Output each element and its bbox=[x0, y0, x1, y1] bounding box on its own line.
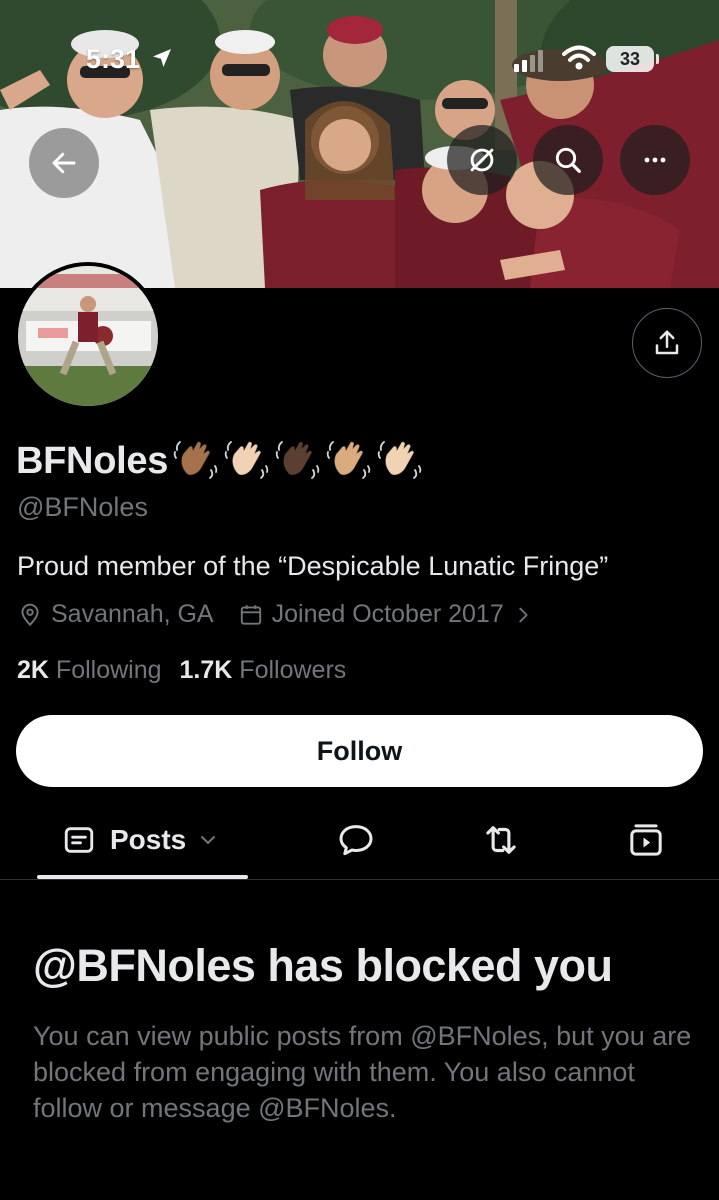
follow-stats: 2K Following 1.7K Followers bbox=[17, 656, 364, 685]
retweet-icon bbox=[486, 826, 516, 854]
joined-text: Joined October 2017 bbox=[271, 600, 504, 628]
tab-posts[interactable]: Posts bbox=[62, 800, 220, 880]
profile-bio: Proud member of the “Despicable Lunatic … bbox=[17, 551, 609, 581]
followers-stat[interactable]: 1.7K Followers bbox=[180, 656, 347, 685]
tab-replies[interactable] bbox=[336, 800, 376, 880]
followers-label: Followers bbox=[239, 656, 347, 684]
status-time: 5:31 bbox=[86, 44, 141, 74]
more-button[interactable] bbox=[620, 125, 690, 195]
tab-media[interactable] bbox=[626, 800, 666, 880]
blocked-title: @BFNoles has blocked you bbox=[33, 940, 613, 991]
avatar-photo bbox=[18, 266, 158, 406]
reply-icon bbox=[339, 825, 373, 856]
waving-hand-medium-dark-icon bbox=[173, 441, 218, 479]
location-item: Savannah, GA bbox=[17, 600, 214, 629]
chevron-right-icon bbox=[519, 607, 528, 622]
location-arrow-icon bbox=[150, 46, 174, 75]
tab-reposts[interactable] bbox=[480, 800, 522, 880]
tab-posts-label: Posts bbox=[110, 824, 187, 855]
following-stat[interactable]: 2K Following bbox=[17, 656, 162, 685]
translate-button[interactable] bbox=[447, 125, 517, 195]
cellular-signal-icon bbox=[514, 50, 548, 77]
waving-hand-light-icon bbox=[377, 441, 422, 479]
location-pin-icon bbox=[21, 603, 39, 626]
waving-hand-medium-light-icon bbox=[326, 441, 371, 479]
search-icon bbox=[555, 147, 581, 173]
display-name-row: BFNoles bbox=[16, 436, 423, 487]
followers-count: 1.7K bbox=[179, 656, 233, 684]
wifi-icon bbox=[562, 45, 596, 76]
arrow-left-icon bbox=[52, 152, 76, 174]
posts-icon bbox=[64, 827, 94, 853]
follow-button[interactable]: Follow bbox=[16, 715, 703, 787]
translate-slash-icon bbox=[470, 148, 494, 172]
chevron-down-icon bbox=[201, 836, 216, 844]
back-button[interactable] bbox=[29, 128, 99, 198]
location-text: Savannah, GA bbox=[51, 600, 214, 628]
profile-handle: @BFNoles bbox=[17, 492, 148, 522]
more-horizontal-icon bbox=[644, 157, 666, 163]
blocked-message: You can view public posts from @BFNoles,… bbox=[33, 1021, 692, 1123]
following-label: Following bbox=[55, 656, 162, 684]
joined-item[interactable]: Joined October 2017 bbox=[238, 600, 542, 629]
active-tab-indicator bbox=[37, 875, 248, 879]
following-count: 2K bbox=[17, 656, 49, 684]
media-icon bbox=[630, 824, 662, 856]
name-emoji-group bbox=[168, 436, 423, 487]
waving-hand-dark-icon bbox=[275, 441, 320, 479]
profile-meta: Savannah, GA Joined October 2017 bbox=[17, 600, 542, 629]
profile-banner[interactable]: 5:31 33 bbox=[0, 0, 719, 288]
profile-avatar[interactable] bbox=[14, 262, 162, 410]
waving-hand-light-icon bbox=[224, 441, 269, 479]
search-button[interactable] bbox=[533, 125, 603, 195]
status-bar: 5:31 33 bbox=[0, 0, 719, 80]
calendar-icon bbox=[240, 604, 261, 625]
display-name: BFNoles bbox=[16, 440, 169, 482]
profile-tabs: Posts bbox=[0, 800, 719, 880]
share-button[interactable] bbox=[632, 308, 702, 378]
battery-indicator: 33 bbox=[606, 46, 659, 72]
share-icon bbox=[655, 330, 679, 355]
